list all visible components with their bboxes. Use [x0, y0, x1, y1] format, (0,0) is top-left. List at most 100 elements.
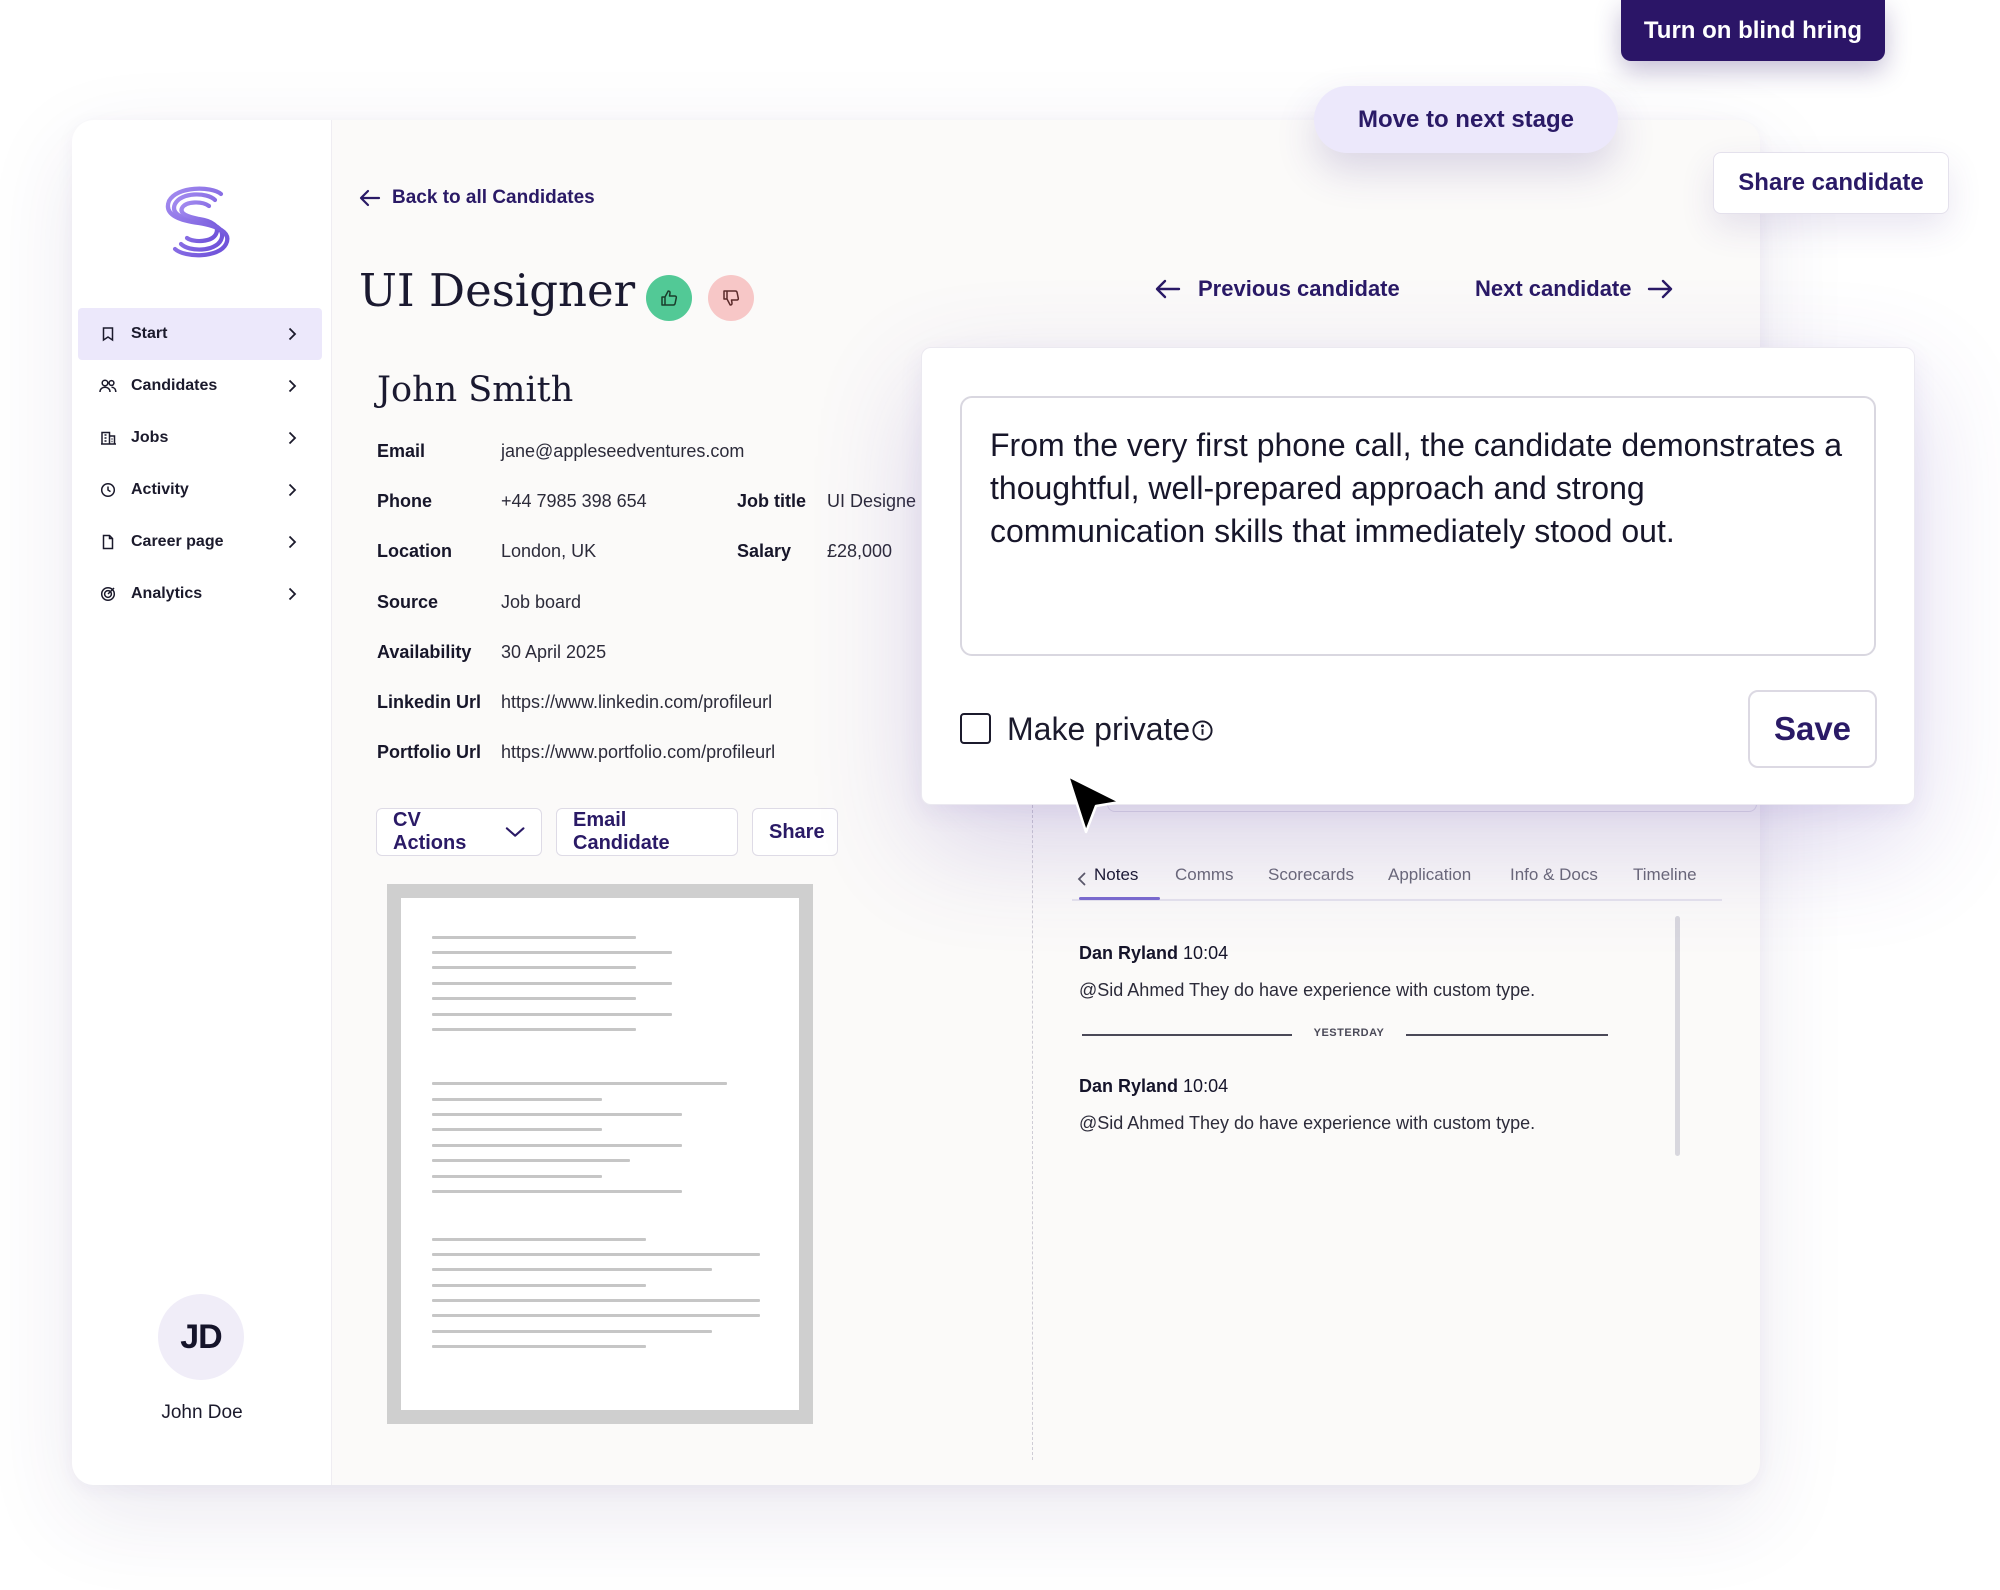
building-icon: [98, 428, 118, 448]
sidebar-item-label: Activity: [131, 481, 189, 498]
salary-label: Salary: [737, 541, 792, 561]
chevron-right-icon: [288, 327, 297, 341]
share-candidate-button[interactable]: Share candidate: [1713, 152, 1949, 214]
chevron-right-icon: [288, 483, 297, 497]
previous-candidate-link[interactable]: Previous candidate: [1154, 276, 1400, 302]
make-private-label[interactable]: Make private: [1007, 711, 1190, 748]
note-editor-popup: From the very first phone call, the cand…: [921, 347, 1915, 805]
cv-text-line: [432, 1253, 760, 1256]
note-text: @Sid Ahmed They do have experience with …: [1079, 1113, 1536, 1133]
cv-text-line: [432, 1284, 646, 1287]
cv-text-line: [432, 982, 672, 985]
thumbs-down-button[interactable]: [708, 275, 754, 321]
document-icon: [98, 532, 118, 552]
sidebar-item-label: Candidates: [131, 377, 218, 394]
cv-page: [401, 898, 799, 1410]
email-candidate-label: Email Candidate: [573, 809, 670, 854]
cv-text-line: [432, 936, 636, 939]
cv-text-line: [432, 1238, 646, 1241]
people-icon: [98, 376, 118, 396]
next-candidate-link[interactable]: Next candidate: [1475, 276, 1674, 302]
page-title: UI Designer: [359, 264, 636, 317]
notes-scrollbar[interactable]: [1675, 916, 1680, 1156]
cv-actions-dropdown[interactable]: CV Actions: [376, 808, 542, 856]
chevron-right-icon: [288, 431, 297, 445]
tab-notes[interactable]: Notes: [1094, 865, 1138, 885]
sidebar-item-start[interactable]: Start: [78, 308, 322, 360]
source-label: Source: [377, 592, 439, 612]
sidebar-item-label: Career page: [131, 533, 224, 550]
portfolio-label: Portfolio Url: [377, 742, 481, 762]
cv-text-line: [432, 1299, 760, 1302]
sidebar-item-activity[interactable]: Activity: [78, 464, 322, 516]
chevron-down-icon: [505, 827, 525, 837]
arrow-left-icon: [1155, 279, 1181, 299]
note-textarea[interactable]: From the very first phone call, the cand…: [960, 396, 1876, 656]
thumbs-down-icon: [723, 290, 740, 306]
tab-bar: Notes Comms Scorecards Application Info …: [1072, 865, 1722, 901]
tab-application[interactable]: Application: [1388, 865, 1471, 885]
email-candidate-button[interactable]: Email Candidate: [556, 808, 738, 856]
salary-value: £28,000: [827, 541, 893, 561]
thumbs-up-button[interactable]: [646, 275, 692, 321]
sidebar-item-label: Start: [131, 325, 168, 342]
cv-text-line: [432, 1330, 712, 1333]
sidebar: Start Candidates Jobs Activity Career pa…: [72, 120, 332, 1485]
cv-text-line: [432, 1082, 727, 1085]
blind-hiring-button[interactable]: Turn on blind hring: [1621, 0, 1885, 61]
job-title-label: Job title: [737, 491, 807, 511]
sidebar-item-label: Jobs: [131, 429, 169, 446]
next-candidate-label: Next candidate: [1475, 276, 1632, 301]
divider-line: [1082, 1034, 1292, 1036]
arrow-left-icon: [359, 189, 381, 207]
cv-text-line: [432, 1159, 630, 1162]
chevron-right-icon: [288, 379, 297, 393]
thumbs-up-icon: [661, 290, 678, 306]
note-author: Dan Ryland 10:04: [1079, 943, 1228, 964]
cv-text-line: [432, 1345, 646, 1348]
sidebar-item-career-page[interactable]: Career page: [78, 516, 322, 568]
chevron-right-icon: [288, 535, 297, 549]
sidebar-item-candidates[interactable]: Candidates: [78, 360, 322, 412]
tab-timeline[interactable]: Timeline: [1633, 865, 1697, 885]
note-author: Dan Ryland 10:04: [1079, 1076, 1228, 1097]
note-text: @Sid Ahmed They do have experience with …: [1079, 980, 1536, 1000]
linkedin-link[interactable]: https://www.linkedin.com/profileurl: [501, 692, 772, 713]
move-to-next-stage-button[interactable]: Move to next stage: [1314, 86, 1618, 153]
portfolio-link[interactable]: https://www.portfolio.com/profileurl: [501, 742, 775, 763]
tab-scorecards[interactable]: Scorecards: [1268, 865, 1354, 885]
share-button[interactable]: Share: [752, 808, 838, 856]
candidate-name: John Smith: [377, 370, 574, 410]
back-link-label: Back to all Candidates: [392, 187, 595, 208]
source-value: Job board: [501, 592, 582, 612]
email-value: jane@appleseedventures.com: [501, 441, 745, 461]
sidebar-item-analytics[interactable]: Analytics: [78, 568, 322, 620]
availability-value: 30 April 2025: [501, 642, 607, 662]
cv-text-line: [432, 966, 636, 969]
note-time: 10:04: [1183, 1076, 1229, 1096]
clock-icon: [98, 480, 118, 500]
save-button[interactable]: Save: [1748, 690, 1877, 768]
note-time: 10:04: [1183, 943, 1229, 963]
chevron-left-icon[interactable]: [1072, 869, 1092, 889]
make-private-checkbox[interactable]: [960, 713, 991, 744]
chevron-right-icon: [288, 587, 297, 601]
cv-text-line: [432, 1314, 760, 1317]
mouse-pointer-icon: [1066, 774, 1122, 834]
phone-value: +44 7985 398 654: [501, 491, 647, 511]
share-label: Share: [769, 820, 825, 843]
phone-label: Phone: [377, 491, 433, 511]
tab-info-docs[interactable]: Info & Docs: [1510, 865, 1598, 885]
date-divider-label: YESTERDAY: [1313, 1027, 1385, 1039]
cv-preview[interactable]: [387, 884, 813, 1424]
tab-comms[interactable]: Comms: [1175, 865, 1234, 885]
cv-text-line: [432, 1144, 682, 1147]
note-author-name: Dan Ryland: [1079, 943, 1179, 963]
sidebar-item-jobs[interactable]: Jobs: [78, 412, 322, 464]
panel-divider: [1032, 800, 1033, 1460]
cv-text-line: [432, 997, 636, 1000]
avatar[interactable]: JD: [158, 1294, 244, 1380]
info-icon[interactable]: [1191, 719, 1214, 742]
back-to-candidates-link[interactable]: Back to all Candidates: [358, 187, 595, 209]
linkedin-label: Linkedin Url: [377, 692, 482, 712]
